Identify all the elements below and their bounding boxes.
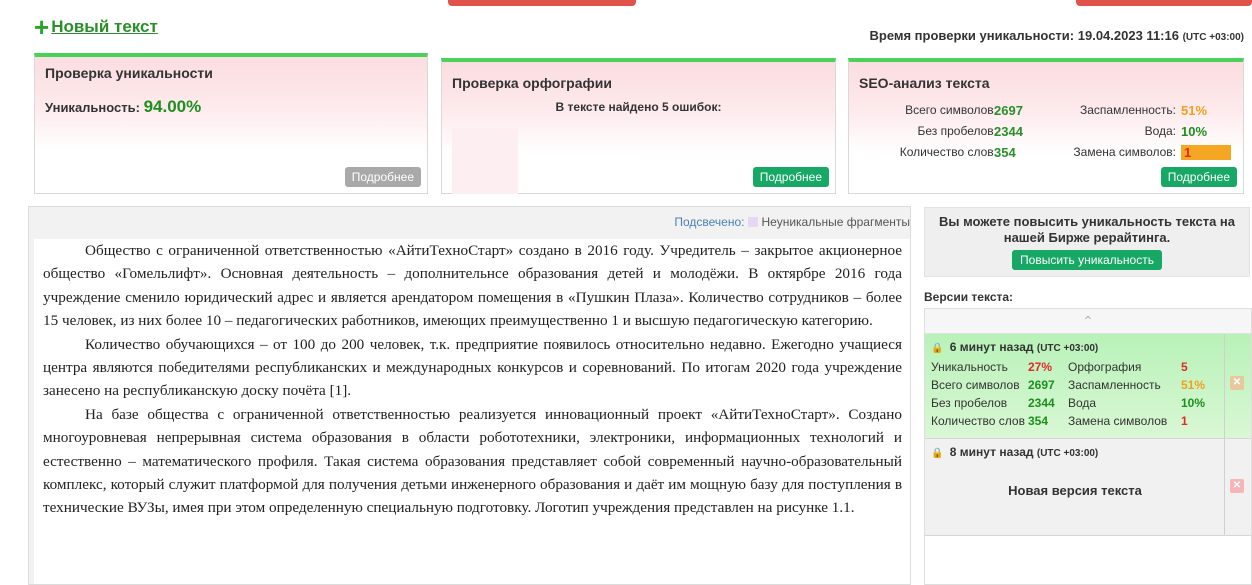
chevron-up-icon[interactable]: ⌃ xyxy=(925,309,1251,334)
seo-water-label: Вода: xyxy=(1144,124,1176,138)
uniqueness-value: 94.00% xyxy=(143,97,202,116)
version-side: ✕ xyxy=(1224,439,1251,535)
top-button-left[interactable] xyxy=(448,0,636,6)
version-spam-label: Заспамленность xyxy=(1068,378,1161,392)
seo-nospace-value: 2344 xyxy=(994,124,1023,139)
promo-box: Вы можете повысить уникальность текста н… xyxy=(924,207,1250,277)
version-time: 8 минут назад xyxy=(949,445,1034,459)
paragraph: Общество с ограниченной ответственностью… xyxy=(43,242,902,330)
version-time: 6 минут назад xyxy=(949,340,1034,354)
increase-uniqueness-button[interactable]: Повысить уникальность xyxy=(1012,250,1162,270)
version-uniqueness-value: 27% xyxy=(1028,360,1053,374)
legend-label: Подсвечено: xyxy=(674,215,745,229)
seo-spam-value: 51% xyxy=(1181,103,1208,118)
seo-replace-value: 1 xyxy=(1181,145,1231,160)
seo-title: SEO-анализ текста xyxy=(859,75,990,91)
plus-icon: + xyxy=(34,12,50,42)
seo-replace-label: Замена символов: xyxy=(1073,145,1176,159)
version-water-label: Вода xyxy=(1068,396,1097,410)
uniqueness-more-button[interactable]: Подробнее xyxy=(344,167,421,187)
uniqueness-card: Проверка уникальности Уникальность: 94.0… xyxy=(34,53,428,194)
version-spelling-label: Орфография xyxy=(1068,360,1142,374)
seo-words-label: Количество слов: xyxy=(899,145,997,159)
promo-text: Вы можете повысить уникальность текста н… xyxy=(938,214,1236,245)
version-header: 🔒 8 минут назад (UTC +03:00) xyxy=(931,445,1098,459)
version-uniqueness-label: Уникальность xyxy=(931,360,1008,374)
check-time-tz: (UTC +03:00) xyxy=(1182,32,1244,43)
seo-nospace-label: Без пробелов: xyxy=(917,124,998,138)
versions-title: Версии текста: xyxy=(924,290,1014,304)
legend-text: Неуникальные фрагменты xyxy=(761,215,910,229)
uniqueness-line: Уникальность: 94.00% xyxy=(45,97,201,117)
uniqueness-title: Проверка уникальности xyxy=(45,65,213,81)
seo-total-label: Всего символов: xyxy=(905,103,997,117)
delete-version-icon[interactable]: ✕ xyxy=(1230,479,1244,493)
version-spam-value: 51% xyxy=(1181,378,1206,392)
seo-row: Без пробелов: 2344 Вода: 10% xyxy=(859,124,1234,145)
text-panel: Подсвечено: Неуникальные фрагменты Общест… xyxy=(28,206,911,585)
version-tz: (UTC +03:00) xyxy=(1036,343,1099,354)
version-replace-label: Замена символов xyxy=(1068,414,1168,428)
spelling-errors: В тексте найдено 5 ошибок: xyxy=(555,100,722,114)
paragraph: На базе общества с ограниченной ответств… xyxy=(43,405,902,517)
spelling-placeholder xyxy=(452,128,518,194)
version-spelling-value: 5 xyxy=(1181,360,1188,374)
spelling-title: Проверка орфографии xyxy=(452,75,612,91)
version-water-value: 10% xyxy=(1181,396,1206,410)
version-total-label: Всего символов xyxy=(931,378,1020,392)
version-words-label: Количество слов xyxy=(931,414,1025,428)
seo-stats: Всего символов: 2697 Заспамленность: 51%… xyxy=(859,103,1234,166)
check-time-value: 19.04.2023 11:16 xyxy=(1077,28,1179,43)
delete-version-icon[interactable]: ✕ xyxy=(1230,376,1244,390)
version-replace-value: 1 xyxy=(1181,414,1188,428)
seo-more-button[interactable]: Подробнее xyxy=(1160,167,1237,187)
check-time: Время проверки уникальности: 19.04.2023 … xyxy=(869,28,1244,43)
seo-card: SEO-анализ текста Всего символов: 2697 З… xyxy=(848,58,1244,194)
versions-list: ⌃ 🔒 6 минут назад (UTC +03:00) Уникально… xyxy=(924,308,1252,585)
check-time-label: Время проверки уникальности: xyxy=(869,28,1075,43)
paragraph: Количество обучающихся – от 100 до 200 ч… xyxy=(43,335,902,400)
version-tz: (UTC +03:00) xyxy=(1036,448,1099,459)
spelling-card: Проверка орфографии В тексте найдено 5 о… xyxy=(441,58,836,194)
new-version-label: Новая версия текста xyxy=(1008,483,1142,498)
new-text-link[interactable]: + Новый текст xyxy=(34,12,158,42)
document-text[interactable]: Общество с ограниченной ответственностью… xyxy=(34,239,910,584)
seo-spam-label: Заспамленность: xyxy=(1079,103,1176,117)
version-header: 🔒 6 минут назад (UTC +03:00) xyxy=(931,340,1098,354)
uniqueness-label: Уникальность: xyxy=(45,100,140,115)
spelling-more-button[interactable]: Подробнее xyxy=(752,167,829,187)
highlight-legend: Подсвечено: Неуникальные фрагменты xyxy=(674,215,910,229)
seo-row: Всего символов: 2697 Заспамленность: 51% xyxy=(859,103,1234,124)
seo-words-value: 354 xyxy=(994,145,1016,160)
new-text-label[interactable]: Новый текст xyxy=(51,17,158,37)
seo-water-value: 10% xyxy=(1181,124,1208,139)
lock-icon: 🔒 xyxy=(931,343,944,354)
version-item[interactable]: 🔒 8 минут назад (UTC +03:00) Новая верси… xyxy=(925,439,1251,536)
lock-icon: 🔒 xyxy=(931,448,944,459)
seo-row: Количество слов: 354 Замена символов: 1 xyxy=(859,145,1234,166)
version-total-value: 2697 xyxy=(1028,378,1055,392)
seo-total-value: 2697 xyxy=(994,103,1023,118)
legend-swatch xyxy=(748,217,759,227)
version-words-value: 354 xyxy=(1028,414,1049,428)
top-button-right[interactable] xyxy=(1076,0,1252,6)
version-nospace-label: Без пробелов xyxy=(931,396,1008,410)
version-nospace-value: 2344 xyxy=(1028,396,1055,410)
version-item[interactable]: 🔒 6 минут назад (UTC +03:00) Уникальност… xyxy=(925,334,1251,439)
version-side: ✕ xyxy=(1224,334,1251,438)
